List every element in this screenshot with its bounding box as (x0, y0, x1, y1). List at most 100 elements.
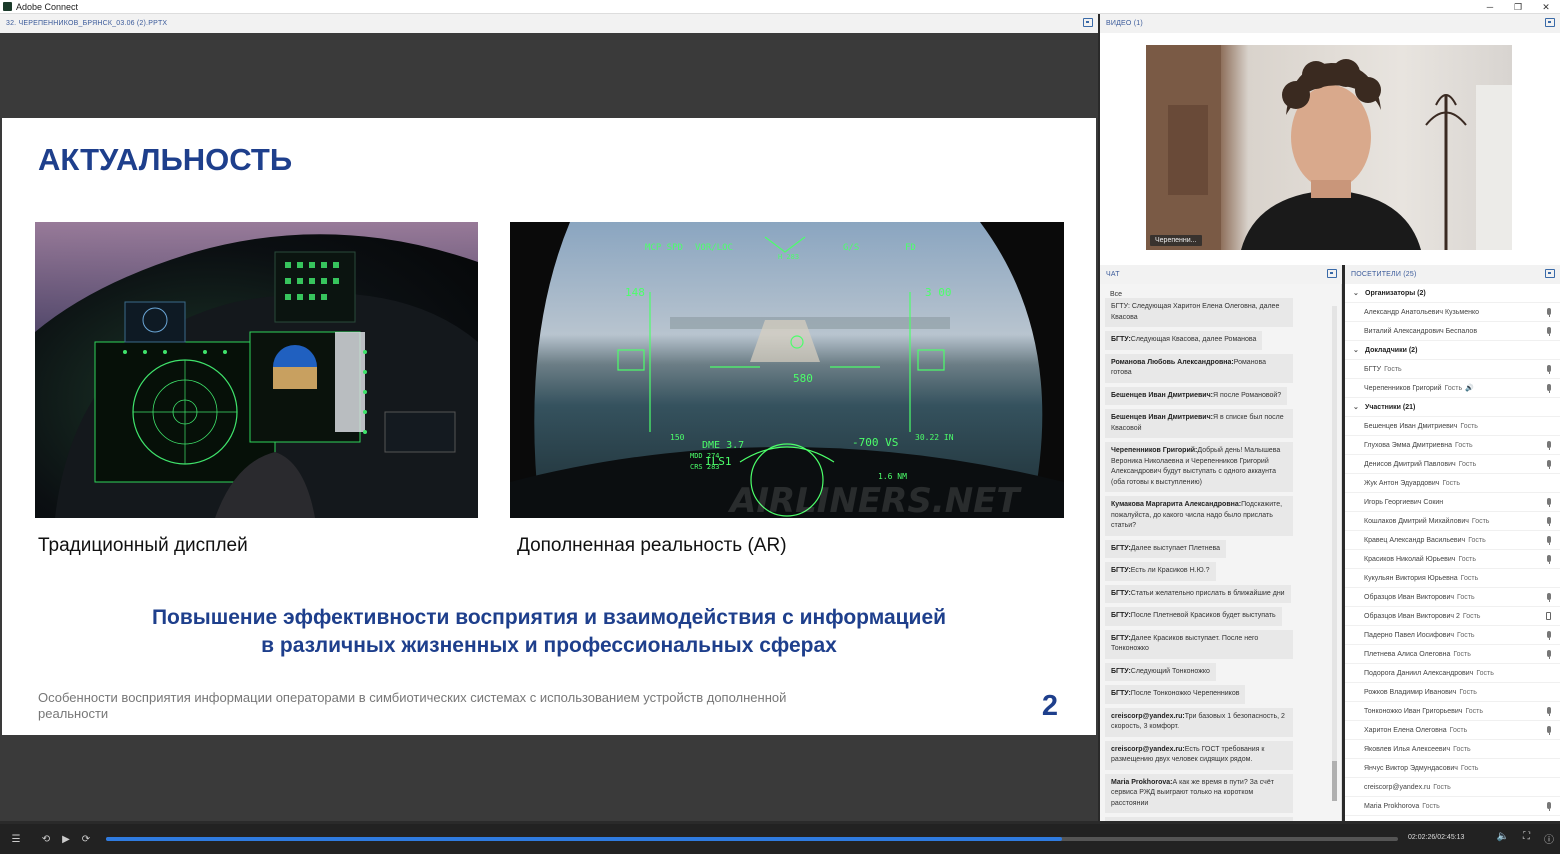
restore-button[interactable]: ❐ (1504, 0, 1532, 14)
chat-sender: creiscorp@yandex.ru: (1111, 712, 1185, 720)
mic-icon (1547, 308, 1551, 317)
attendee-row[interactable]: Плетнева Алиса Олеговна Гость (1345, 645, 1560, 664)
attendee-row[interactable]: creiscorp@yandex.ru Гость (1345, 778, 1560, 797)
chat-text: После Плетневой Красиков будет выступать (1130, 612, 1276, 619)
attendee-role: Гость (1465, 707, 1484, 715)
chat-message: БГТУ: Статьи желательно прислать в ближа… (1105, 584, 1291, 603)
attendee-role: Гость (1476, 669, 1494, 677)
chat-text: Есть ли Красиков Н.Ю.? (1130, 567, 1210, 574)
chat-sender: БГТУ: (1111, 544, 1131, 552)
chat-message: БГТУ: Следующая Квасова, далее Романова (1105, 331, 1263, 350)
forward-icon[interactable]: ⟳ (76, 834, 96, 845)
attendee-group-header[interactable]: ⌄ Участники (21) (1345, 398, 1560, 417)
mic-icon (1547, 802, 1551, 811)
attendee-role: Гость (1460, 422, 1478, 430)
attendee-row[interactable]: Тонконожко Иван Григорьевич Гость (1345, 702, 1560, 721)
attendee-group-header[interactable]: ⌄ Докладчики (2) (1345, 341, 1560, 360)
hud-image: MCP SPD VOR/LOC G/S FD H 283 148 3 00 58… (510, 222, 1064, 518)
menu-icon[interactable]: ☰ (6, 834, 26, 845)
attendee-row[interactable]: Maria Prokhorova Гость (1345, 797, 1560, 816)
attendee-row[interactable]: Красиков Николай Юрьевич Гость (1345, 550, 1560, 569)
mic-icon (1547, 650, 1551, 659)
attendee-name: Денисов Дмитрий Павлович (1364, 460, 1456, 468)
attendee-row[interactable]: Рожков Владимир Иванович Гость (1345, 683, 1560, 702)
attendee-role: Гость (1442, 479, 1461, 487)
hud-altitude: 3 00 (925, 286, 952, 299)
attendee-row[interactable]: Янчус Виктор Эдмундасович Гость (1345, 759, 1560, 778)
attendee-name: Образцов Иван Викторович (1364, 593, 1455, 601)
attendee-role: Гость (1468, 536, 1486, 544)
maximize-icon[interactable] (1327, 269, 1337, 278)
adobe-connect-icon (3, 2, 12, 11)
attendee-row[interactable]: Жук Антон Эдуардович Гость (1345, 474, 1560, 493)
attendee-role: Гость (1458, 460, 1477, 468)
attendee-name: Красиков Николай Юрьевич (1364, 555, 1456, 563)
attendee-name: Янчус Виктор Эдмундасович (1364, 764, 1458, 772)
attendee-row[interactable]: Денисов Дмитрий Павлович Гость (1345, 455, 1560, 474)
attendee-row[interactable]: Подорога Даниил Александрович Гость (1345, 664, 1560, 683)
chat-message: БГТУ: Далее Красиков выступает. После не… (1105, 629, 1293, 659)
attendee-row[interactable]: Харитон Елена Олеговна Гость (1345, 721, 1560, 740)
chat-text: После Тонконожко Черепенников (1130, 690, 1240, 697)
play-icon[interactable]: ▶ (56, 834, 76, 845)
attendee-row[interactable]: Виталий Александрович Беспалов (1345, 322, 1560, 341)
attendee-row[interactable]: Падерно Павел Иосифович Гость (1345, 626, 1560, 645)
mic-icon (1547, 631, 1551, 640)
info-icon[interactable]: ⓘ (1544, 831, 1554, 846)
attendee-row[interactable]: Образцов Иван Викторович 2 Гость (1345, 607, 1560, 626)
hud-mode-d: FD (905, 243, 916, 253)
volume-icon[interactable]: 🔈 (1497, 831, 1509, 846)
attendee-name: Подорога Даниил Александрович (1364, 669, 1474, 677)
slide-subtitle-line2: в различных жизненных и профессиональных… (261, 634, 837, 657)
chat-text: Следующий Тонконожко (1130, 667, 1210, 675)
fullscreen-icon[interactable]: ⛶ (1523, 831, 1530, 846)
slide-subtitle-line1: Повышение эффективности восприятия и вза… (151, 606, 947, 629)
attendee-row[interactable]: Александр Анатольевич Кузьменко (1345, 303, 1560, 322)
attendee-role: Гость (1458, 555, 1477, 563)
maximize-icon[interactable] (1083, 18, 1093, 27)
close-button[interactable]: ✕ (1532, 0, 1560, 14)
attendee-name: Александр Анатольевич Кузьменко (1364, 308, 1479, 316)
slide-footer: Особенности восприятия информации операт… (38, 690, 787, 721)
chat-scrollbar[interactable] (1332, 306, 1337, 801)
attendee-row[interactable]: Глухова Эмма Дмитриевна Гость (1345, 436, 1560, 455)
chevron-down-icon[interactable]: ⌄ (1353, 289, 1359, 297)
attendee-group-header[interactable]: ⌄ Организаторы (2) (1345, 284, 1560, 303)
playback-time: 02:02:26/02:45:13 (1408, 834, 1465, 841)
minimize-button[interactable]: ─ (1476, 0, 1504, 14)
attendee-name: Рожков Владимир Иванович (1364, 688, 1457, 696)
chat-message: Кумакова Маргарита Александровна: Подска… (1105, 496, 1293, 536)
attendees-pod-header: ПОСЕТИТЕЛИ (25) (1345, 265, 1560, 284)
hud-mode-a: MCP SPD (645, 243, 683, 253)
rewind-icon[interactable]: ⟲ (36, 834, 56, 845)
attendee-row[interactable]: Яковлев Илья Алексеевич Гость (1345, 740, 1560, 759)
attendee-row[interactable]: Кравец Александр Васильевич Гость (1345, 531, 1560, 550)
attendee-row[interactable]: Кукульян Виктория Юрьевна Гость (1345, 569, 1560, 588)
chevron-down-icon[interactable]: ⌄ (1353, 403, 1359, 411)
playback-progress[interactable] (106, 837, 1398, 841)
attendee-row[interactable]: Кошлаков Дмитрий Михайлович Гость (1345, 512, 1560, 531)
chevron-down-icon[interactable]: ⌄ (1353, 346, 1359, 354)
attendee-role: Гость (1471, 517, 1490, 525)
attendee-name: Глухова Эмма Дмитриевна (1364, 441, 1453, 449)
share-pod-header: 32. ЧЕРЕПЕННИКОВ_БРЯНСК_03.06 (2).PPTX (0, 14, 1098, 33)
playback-control-bar: ☰ ⟲ ▶ ⟳ 02:02:26/02:45:13 🔈 ⛶ ⓘ (0, 824, 1560, 854)
attendee-row[interactable]: Игорь Георгиевич Сокин (1345, 493, 1560, 512)
chat-recipient[interactable]: Все (1110, 291, 1122, 298)
attendee-name: Кошлаков Дмитрий Михайлович (1364, 517, 1469, 525)
webcam-video[interactable]: Черепенни... (1146, 45, 1512, 250)
attendee-row[interactable]: Черепенников Григорий Гость 🔊 (1345, 379, 1560, 398)
attendee-role: Гость (1460, 574, 1479, 582)
maximize-icon[interactable] (1545, 269, 1555, 278)
attendee-role: Гость (1453, 650, 1471, 658)
attendees-pod-title: ПОСЕТИТЕЛИ (25) (1351, 271, 1417, 278)
maximize-icon[interactable] (1545, 18, 1555, 27)
attendee-role: Гость (1422, 802, 1440, 810)
attendee-row[interactable]: БГТУ Гость (1345, 360, 1560, 379)
attendee-row[interactable]: Бешенцев Иван Дмитриевич Гость (1345, 417, 1560, 436)
attendee-row[interactable]: Образцов Иван Викторович Гость (1345, 588, 1560, 607)
chat-scroll-thumb[interactable] (1332, 761, 1337, 801)
chat-message: БГТУ: После Тонконожко Черепенников (1105, 685, 1246, 704)
progress-fill (106, 837, 1063, 841)
chat-sender: creiscorp@yandex.ru: (1111, 745, 1185, 753)
